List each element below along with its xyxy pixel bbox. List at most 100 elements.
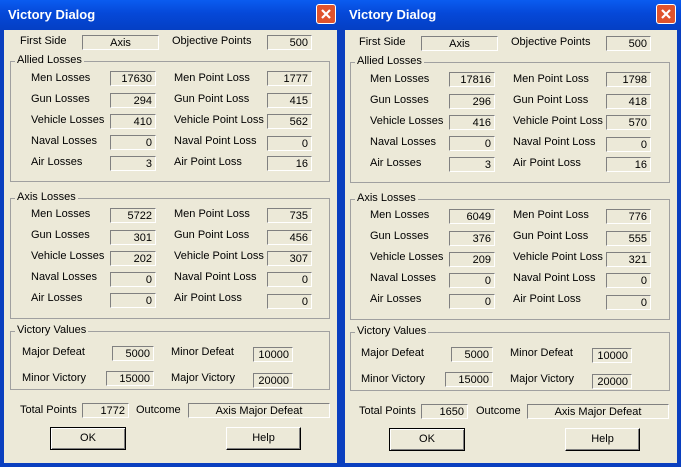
axis-veh-pts-field: 307 xyxy=(267,251,312,266)
ok-button[interactable]: OK xyxy=(50,427,126,450)
axis-veh-field: 209 xyxy=(449,252,495,267)
axis-gun-pts-field: 555 xyxy=(606,231,651,246)
allied-nav-pts-field: 0 xyxy=(606,137,651,152)
axis-air-pts-label: Air Point Loss xyxy=(513,293,581,305)
major-victory-field: 20000 xyxy=(592,374,632,389)
allied-veh-label: Vehicle Losses xyxy=(31,114,105,126)
axis-men-field: 6049 xyxy=(449,209,495,224)
axis-nav-pts-field: 0 xyxy=(267,272,312,287)
title-bar[interactable]: Victory Dialog xyxy=(0,0,341,30)
major-defeat-field: 5000 xyxy=(451,347,493,362)
axis-men-label: Men Losses xyxy=(370,209,430,221)
axis-veh-pts-label: Vehicle Point Loss xyxy=(174,250,264,262)
minor-victory-label: Minor Victory xyxy=(22,372,86,384)
close-icon[interactable] xyxy=(656,4,676,24)
title-bar[interactable]: Victory Dialog xyxy=(341,0,681,30)
victory-dialog-right: Victory Dialog First Side Axis Objective… xyxy=(341,0,681,467)
allied-nav-pts-label: Naval Point Loss xyxy=(174,135,257,147)
allied-gun-pts-label: Gun Point Loss xyxy=(174,93,250,105)
allied-nav-label: Naval Losses xyxy=(370,136,437,148)
axis-gun-field: 376 xyxy=(449,231,495,246)
allied-veh-label: Vehicle Losses xyxy=(370,115,444,127)
victory-values-title: Victory Values xyxy=(15,324,89,336)
axis-nav-field: 0 xyxy=(110,272,156,287)
victory-dialog-left: Victory Dialog First Side Axis Objective… xyxy=(0,0,341,467)
axis-air-field: 0 xyxy=(449,294,495,309)
allied-gun-field: 296 xyxy=(449,94,495,109)
axis-veh-pts-label: Vehicle Point Loss xyxy=(513,251,603,263)
victory-values-title: Victory Values xyxy=(355,325,429,337)
axis-nav-pts-label: Naval Point Loss xyxy=(513,272,596,284)
allied-gun-pts-field: 415 xyxy=(267,93,312,108)
help-button[interactable]: Help xyxy=(565,428,640,451)
allied-men-label: Men Losses xyxy=(370,73,430,85)
axis-gun-pts-label: Gun Point Loss xyxy=(174,229,250,241)
dialog-title: Victory Dialog xyxy=(8,7,96,22)
axis-gun-label: Gun Losses xyxy=(370,230,429,242)
objective-points-label: Objective Points xyxy=(511,36,591,48)
axis-gun-field: 301 xyxy=(110,230,156,245)
close-icon[interactable] xyxy=(316,4,336,24)
major-victory-label: Major Victory xyxy=(510,373,574,385)
axis-veh-label: Vehicle Losses xyxy=(31,250,105,262)
axis-gun-pts-label: Gun Point Loss xyxy=(513,230,589,242)
allied-nav-field: 0 xyxy=(449,136,495,151)
dialog-body: First Side Axis Objective Points 500 All… xyxy=(345,30,677,463)
axis-men-pts-field: 735 xyxy=(267,208,312,223)
allied-veh-pts-field: 570 xyxy=(606,115,651,130)
allied-nav-pts-field: 0 xyxy=(267,136,312,151)
minor-defeat-label: Minor Defeat xyxy=(510,347,573,359)
allied-gun-label: Gun Losses xyxy=(370,94,429,106)
axis-men-pts-label: Men Point Loss xyxy=(513,209,589,221)
axis-nav-pts-field: 0 xyxy=(606,273,651,288)
outcome-label: Outcome xyxy=(136,404,181,416)
minor-defeat-label: Minor Defeat xyxy=(171,346,234,358)
axis-men-field: 5722 xyxy=(110,208,156,223)
minor-victory-field: 15000 xyxy=(106,371,154,386)
major-defeat-label: Major Defeat xyxy=(361,347,424,359)
dialog-body: First Side Axis Objective Points 500 All… xyxy=(4,30,337,463)
allied-air-label: Air Losses xyxy=(31,156,83,168)
first-side-field: Axis xyxy=(82,35,159,50)
first-side-field: Axis xyxy=(421,36,498,51)
total-points-field: 1650 xyxy=(421,404,468,419)
allied-men-pts-label: Men Point Loss xyxy=(513,73,589,85)
allied-gun-field: 294 xyxy=(110,93,156,108)
axis-veh-field: 202 xyxy=(110,251,156,266)
allied-gun-pts-label: Gun Point Loss xyxy=(513,94,589,106)
axis-nav-field: 0 xyxy=(449,273,495,288)
allied-men-label: Men Losses xyxy=(31,72,91,84)
minor-victory-label: Minor Victory xyxy=(361,373,425,385)
allied-veh-field: 416 xyxy=(449,115,495,130)
axis-air-pts-label: Air Point Loss xyxy=(174,292,242,304)
allied-air-label: Air Losses xyxy=(370,157,422,169)
allied-veh-pts-label: Vehicle Point Loss xyxy=(174,114,264,126)
objective-points-label: Objective Points xyxy=(172,35,252,47)
ok-button[interactable]: OK xyxy=(389,428,465,451)
allied-losses-title: Allied Losses xyxy=(15,54,84,66)
axis-losses-title: Axis Losses xyxy=(15,191,78,203)
help-button[interactable]: Help xyxy=(226,427,301,450)
allied-veh-pts-label: Vehicle Point Loss xyxy=(513,115,603,127)
outcome-field: Axis Major Defeat xyxy=(527,404,669,419)
major-defeat-field: 5000 xyxy=(112,346,154,361)
axis-gun-pts-field: 456 xyxy=(267,230,312,245)
major-victory-label: Major Victory xyxy=(171,372,235,384)
first-side-label: First Side xyxy=(359,36,406,48)
allied-air-pts-label: Air Point Loss xyxy=(174,156,242,168)
allied-veh-field: 410 xyxy=(110,114,156,129)
allied-air-field: 3 xyxy=(449,157,495,172)
allied-veh-pts-field: 562 xyxy=(267,114,312,129)
allied-air-pts-field: 16 xyxy=(606,157,651,172)
axis-men-label: Men Losses xyxy=(31,208,91,220)
allied-men-field: 17630 xyxy=(110,71,156,86)
axis-nav-pts-label: Naval Point Loss xyxy=(174,271,257,283)
axis-air-pts-field: 0 xyxy=(267,294,312,309)
axis-nav-label: Naval Losses xyxy=(370,272,437,284)
axis-men-pts-label: Men Point Loss xyxy=(174,208,250,220)
axis-losses-title: Axis Losses xyxy=(355,192,418,204)
major-victory-field: 20000 xyxy=(253,373,293,388)
allied-men-pts-label: Men Point Loss xyxy=(174,72,250,84)
allied-air-field: 3 xyxy=(110,156,156,171)
allied-men-pts-field: 1777 xyxy=(267,71,312,86)
